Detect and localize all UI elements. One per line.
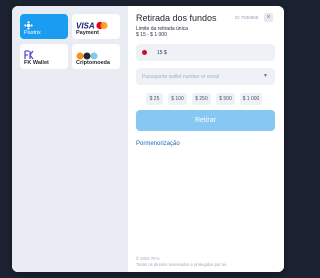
wallet-placeholder: Passaporte wallet number or email — [142, 74, 219, 80]
amount-value: 15 $ — [157, 50, 167, 56]
preset-amount-button[interactable]: $ 25 — [146, 93, 163, 105]
amount-input[interactable]: 15 $ — [136, 44, 275, 61]
limit-range: $ 15 - $ 1 000 — [136, 32, 167, 38]
preset-amount-button[interactable]: $ 250 — [192, 93, 211, 105]
footer-rights: Todos os direitos reservados e protegido… — [136, 262, 228, 267]
method-card-pastrix[interactable]: Pastrix — [20, 14, 68, 39]
method-label: FK Wallet — [24, 60, 49, 66]
chevron-down-icon: ▼ — [263, 73, 268, 79]
method-label: Payment — [76, 30, 99, 36]
wallet-select[interactable]: Passaporte wallet number or email ▼ — [136, 68, 275, 85]
payment-methods-panel: Pastrix VISA Payment FK Wallet Criptomoe… — [12, 6, 128, 272]
method-label: Criptomoeda — [76, 60, 110, 66]
preset-amount-button[interactable]: $ 100 — [168, 93, 187, 105]
withdraw-button[interactable]: Retirar — [136, 110, 275, 131]
preset-amount-button[interactable]: $ 500 — [216, 93, 235, 105]
method-card-crypto[interactable]: Criptomoeda — [72, 44, 120, 69]
page-title: Retirada dos fundos — [136, 13, 217, 23]
preset-amount-button[interactable]: $ 1 000 — [240, 93, 262, 105]
method-card-payment[interactable]: VISA Payment — [72, 14, 120, 39]
withdraw-modal: Pastrix VISA Payment FK Wallet Criptomoe… — [12, 6, 284, 272]
close-icon[interactable]: × — [264, 13, 273, 22]
details-link[interactable]: Pormenorização — [136, 141, 180, 147]
withdraw-form-panel: Retirada dos fundos ID 7935868 × Limite … — [128, 6, 284, 272]
method-label: Pastrix — [24, 30, 41, 36]
transaction-id: ID 7935868 — [235, 15, 259, 20]
method-card-fk-wallet[interactable]: FK Wallet — [20, 44, 68, 69]
currency-flag-icon — [141, 49, 148, 56]
visa-logo-text: VISA — [76, 22, 95, 31]
footer-copyright: © 2024 7K% — [136, 256, 160, 261]
